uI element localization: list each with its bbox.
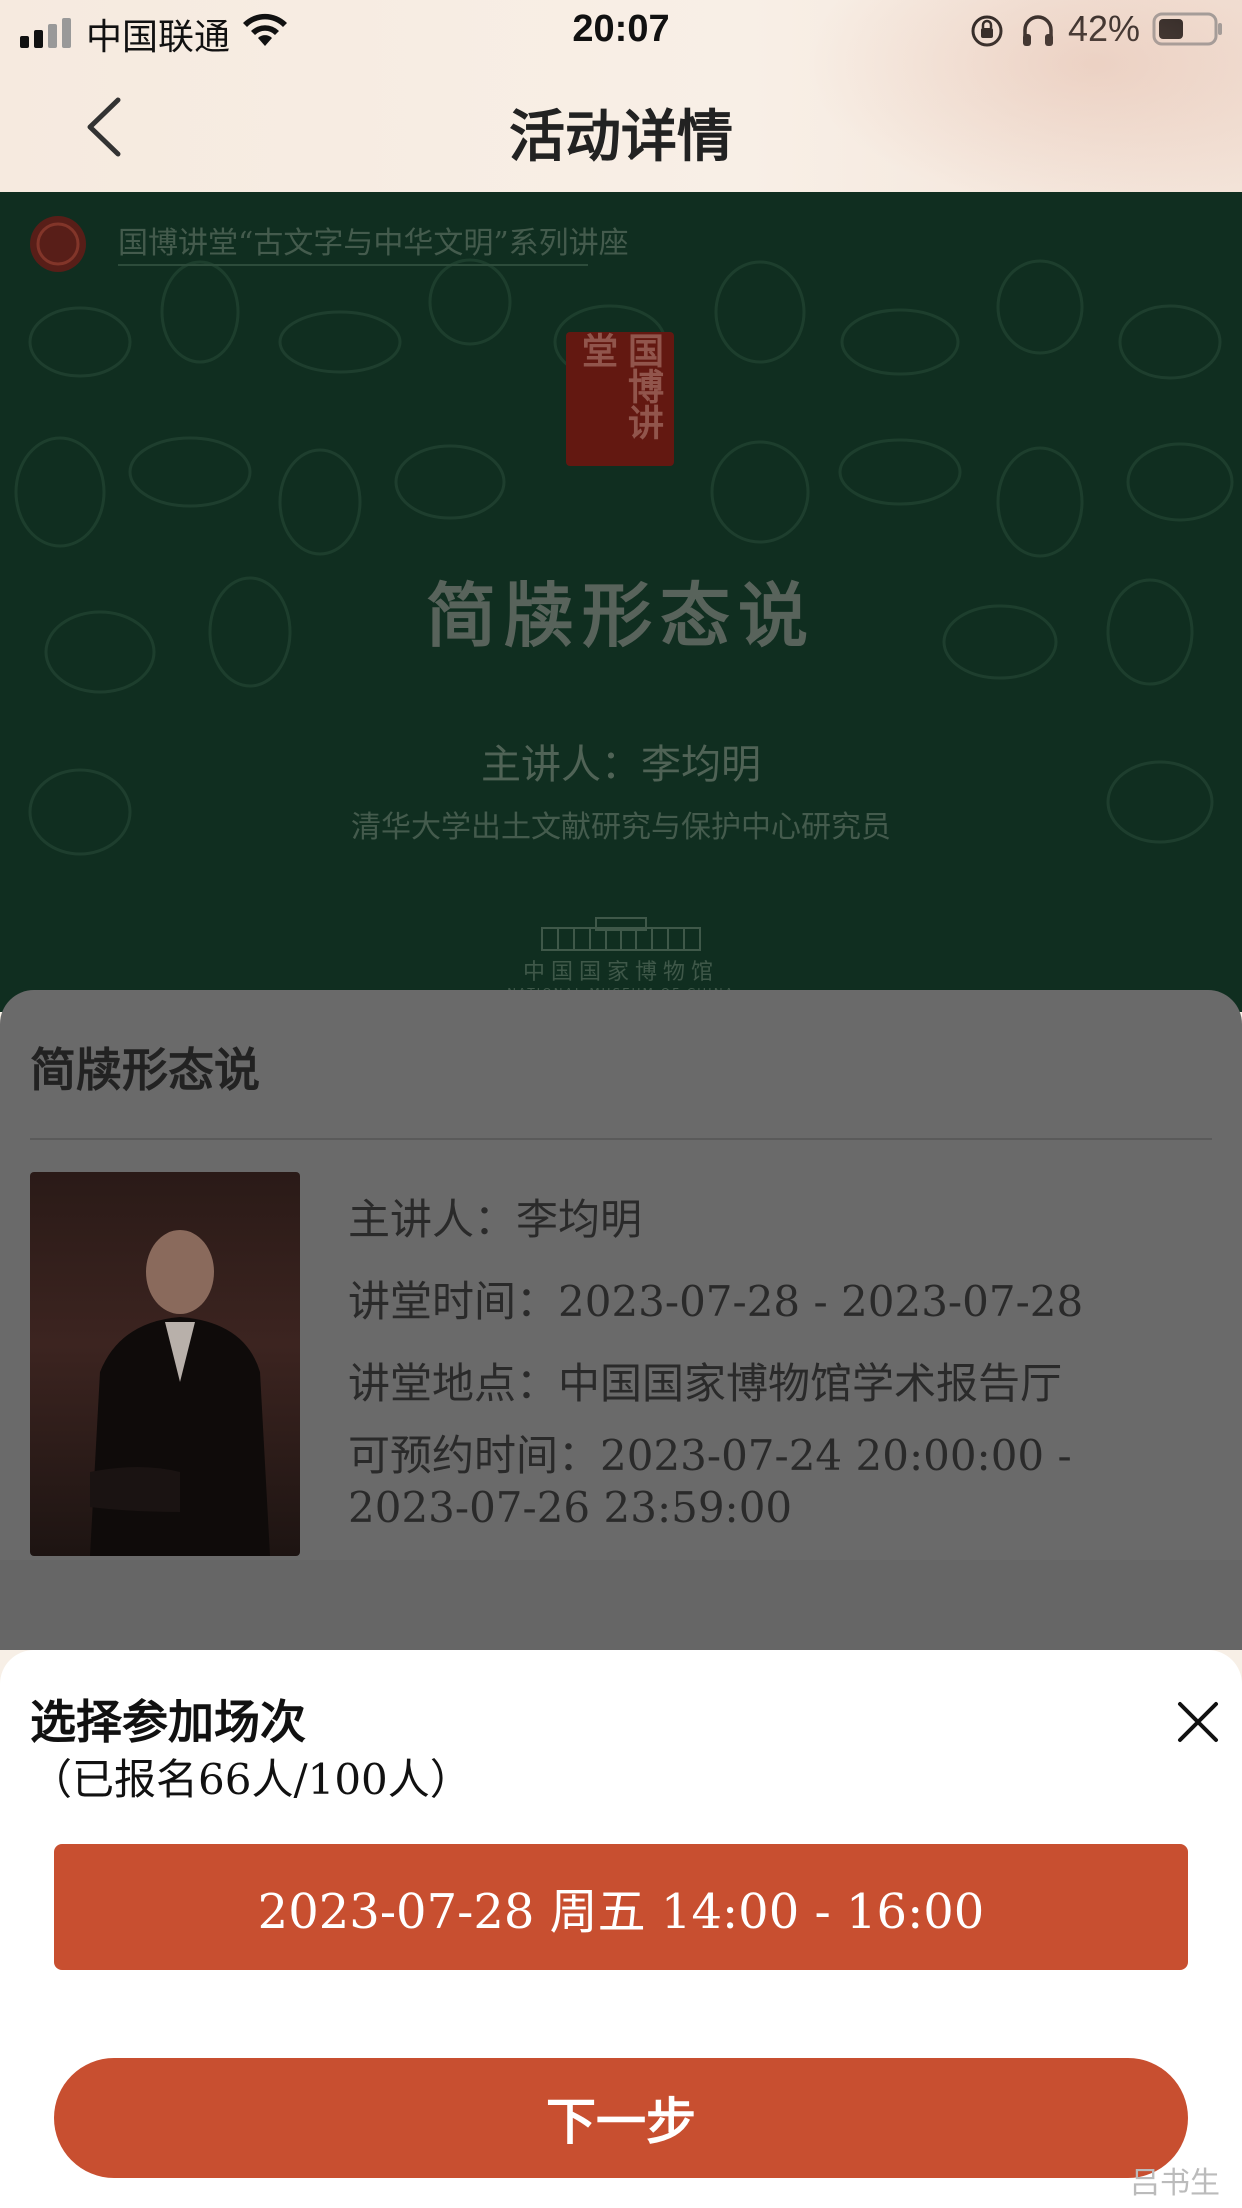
watermark: 吕书生: [1130, 2166, 1220, 2201]
headphones-icon: [1023, 15, 1053, 46]
details-title: 简牍形态说: [30, 1043, 260, 1097]
next-step-button[interactable]: 下一步: [54, 2058, 1188, 2178]
dimmed-background-strip: [0, 1560, 1242, 1650]
speaker-photo: [30, 1172, 300, 1556]
battery-percentage: 42%: [1068, 8, 1141, 49]
clock: 20:07: [572, 8, 670, 50]
sheet-title: 选择参加场次: [30, 1695, 306, 1749]
details-divider: [30, 1138, 1212, 1140]
lecture-poster: 国博讲堂“古文字与中华文明”系列讲座 国博讲堂 简牍形态说 主讲人：李均明 清华…: [0, 192, 1242, 1012]
modal-dim-overlay: [0, 192, 1242, 1012]
detail-lecture-place: 讲堂地点：中国国家博物馆学术报告厅: [348, 1359, 1063, 1408]
rotation-lock-icon: [971, 15, 1003, 47]
session-option-label: 2023-07-28 周五 14:00 - 16:00: [257, 1884, 985, 1940]
detail-booking-window: 可预约时间：2023-07-24 20:00:00 - 2023-07-26 2…: [348, 1431, 1072, 1532]
registration-count: （已报名66人/100人）: [30, 1755, 472, 1804]
lecture-details-card: 简牍形态说 主讲人：李均明 讲堂时间：2023-07-28 - 2023-07-…: [0, 990, 1242, 1560]
page-title: 活动详情: [509, 104, 733, 170]
speaker-portrait-icon: [90, 1230, 270, 1556]
session-option-button[interactable]: 2023-07-28 周五 14:00 - 16:00: [54, 1844, 1188, 1970]
top-bar: 中国联通 20:07 42% 活动详情: [0, 0, 1242, 192]
detail-lecture-time: 讲堂时间：2023-07-28 - 2023-07-28: [348, 1277, 1084, 1326]
session-picker-sheet: 选择参加场次 （已报名66人/100人） 2023-07-28 周五 14:00…: [0, 1650, 1242, 2208]
close-icon[interactable]: [1172, 1696, 1224, 1748]
next-step-label: 下一步: [546, 2092, 696, 2151]
battery-icon: [1152, 12, 1222, 46]
detail-speaker: 主讲人：李均明: [348, 1195, 643, 1244]
